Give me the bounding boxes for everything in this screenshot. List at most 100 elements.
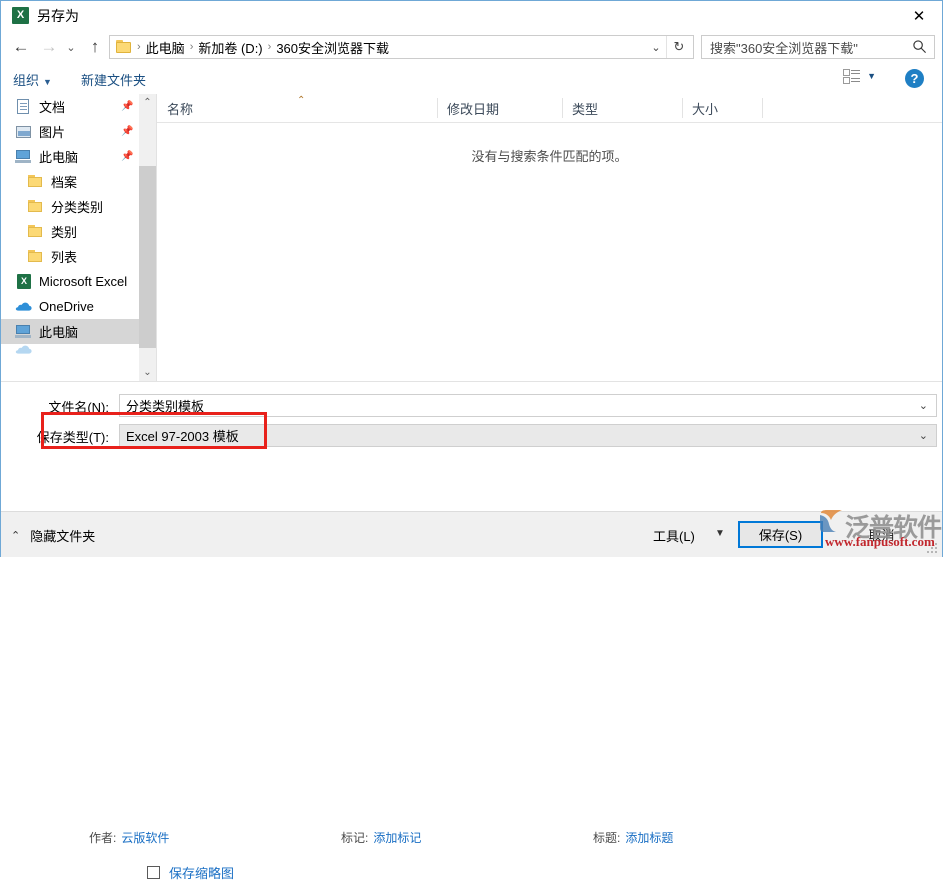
sidebar-item-label: 列表 [51,250,78,265]
sidebar-item-pictures[interactable]: 图片 📌 [1,119,139,144]
column-label: 名称 [167,101,194,117]
save-thumbnail-checkbox[interactable] [147,866,160,879]
author-field[interactable]: 作者: 云版软件 [89,829,169,846]
save-thumbnail-label[interactable]: 保存缩略图 [169,863,234,882]
title-bar: 另存为 ✕ [1,1,942,30]
breadcrumb-separator: › [137,41,141,53]
sidebar-item-documents[interactable]: 文档 📌 [1,94,139,119]
tags-label: 标记: [341,831,369,845]
column-label: 大小 [692,101,719,117]
sidebar-item-this-pc[interactable]: 此电脑 [1,319,139,344]
sidebar-item-label: 此电脑 [39,150,79,165]
add-title-link[interactable]: 添加标题 [625,831,673,845]
hide-folders-button[interactable]: ⌃ 隐藏文件夹 [11,526,95,545]
search-input[interactable]: 搜索"360安全浏览器下载" [701,35,935,59]
column-header-size[interactable]: 大小 [682,94,762,122]
sidebar-item-this-pc-pinned[interactable]: 此电脑 📌 [1,144,139,169]
tags-field[interactable]: 标记: 添加标记 [341,829,421,846]
page-title: 另存为 [37,8,79,24]
forward-icon[interactable]: → [35,30,63,64]
search-icon [913,40,926,53]
file-list-pane: 名称 ⌃ 修改日期 类型 大小 没有与搜索条件匹配的项。 [157,94,942,381]
scroll-down-icon[interactable]: ⌄ [139,364,156,381]
filename-label: 文件名(N): [48,400,109,415]
computer-icon [15,324,32,339]
sidebar-item-label: OneDrive [39,299,94,314]
sidebar-item-folder-1[interactable]: 分类类别 [1,194,139,219]
folder-icon [116,40,132,54]
toolbar: 组织 ▼ 新建文件夹 ▼ ? [1,64,942,95]
column-header-name[interactable]: 名称 ⌃ [157,94,437,122]
chevron-up-icon: ⌃ [11,530,21,542]
search-placeholder: 搜索"360安全浏览器下载" [710,40,858,56]
recent-locations-icon[interactable]: ⌄ [61,30,81,64]
author-value[interactable]: 云版软件 [121,831,169,845]
view-mode-button[interactable]: ▼ [843,69,876,84]
address-dropdown-icon[interactable]: ⌄ [645,36,667,58]
excel-icon [12,7,29,24]
scrollbar-thumb[interactable] [139,166,156,348]
sidebar: 文档 📌 图片 📌 此电脑 📌 档案 分类类别 类别 列表 X Microsof… [1,94,139,381]
sidebar-item-partial[interactable] [1,344,139,354]
form-area: 文件名(N): 分类类别模板 ⌄ 保存类型(T): Excel 97-2003 … [1,381,942,881]
document-icon [15,99,32,114]
navigation-bar: ← → ⌄ ↑ › 此电脑 › 新加卷 (D:) › 360安全浏览器下载 ⌄ … [1,30,942,64]
add-tag-link[interactable]: 添加标记 [373,831,421,845]
sidebar-item-label: 文档 [39,100,66,115]
column-label: 类型 [572,101,599,117]
pin-icon: 📌 [121,101,134,112]
network-icon [15,344,32,354]
refresh-icon[interactable]: ↻ [666,36,691,58]
resize-grip[interactable] [927,543,937,553]
sidebar-item-folder-2[interactable]: 类别 [1,219,139,244]
chevron-down-icon[interactable]: ⌄ [919,429,928,442]
title-field[interactable]: 标题: 添加标题 [593,829,673,846]
sort-ascending-icon: ⌃ [297,95,306,106]
organize-button[interactable]: 组织 ▼ [13,70,52,89]
save-thumbnail-row[interactable]: 保存缩略图 [147,863,234,882]
author-label: 作者: [89,831,117,845]
tools-button[interactable]: 工具(L) [653,526,695,545]
new-folder-button[interactable]: 新建文件夹 [81,70,146,89]
sidebar-scrollbar[interactable]: ⌃ ⌄ [139,94,157,381]
pictures-icon [15,124,32,139]
filename-input[interactable]: 分类类别模板 ⌄ [119,394,937,417]
close-icon[interactable]: ✕ [896,1,942,30]
help-button[interactable]: ? [905,69,924,88]
sidebar-item-label: 分类类别 [51,200,104,215]
sidebar-item-folder-0[interactable]: 档案 [1,169,139,194]
sidebar-item-label: 类别 [51,225,78,240]
empty-state-message: 没有与搜索条件匹配的项。 [471,149,628,164]
filetype-select[interactable]: Excel 97-2003 模板 ⌄ [119,424,937,447]
save-button[interactable]: 保存(S) [738,521,823,548]
column-headers: 名称 ⌃ 修改日期 类型 大小 [157,94,942,123]
filetype-value: Excel 97-2003 模板 [126,429,239,444]
column-header-date-modified[interactable]: 修改日期 [437,94,562,122]
folder-icon [27,249,44,264]
pin-icon: 📌 [121,126,134,137]
sidebar-item-label: 此电脑 [39,325,79,340]
breadcrumb-item-0[interactable]: 此电脑 [146,38,185,57]
breadcrumb-item-2[interactable]: 360安全浏览器下载 [276,38,389,57]
folder-icon [27,224,44,239]
back-icon[interactable]: ← [7,30,35,64]
sidebar-item-folder-3[interactable]: 列表 [1,244,139,269]
sidebar-item-label: 档案 [51,175,78,190]
scroll-up-icon[interactable]: ⌃ [139,94,156,111]
filename-value: 分类类别模板 [126,399,205,414]
hide-folders-label: 隐藏文件夹 [30,529,96,544]
sidebar-item-microsoft-excel[interactable]: Microsoft Excel [1,269,139,294]
organize-label: 组织 [13,73,40,88]
sidebar-item-onedrive[interactable]: OneDrive [1,294,139,319]
browser-area: 文档 📌 图片 📌 此电脑 📌 档案 分类类别 类别 列表 X Microsof… [1,94,942,381]
address-bar[interactable]: › 此电脑 › 新加卷 (D:) › 360安全浏览器下载 ⌄ ↻ [109,35,694,59]
chevron-down-icon[interactable]: ⌄ [919,399,928,412]
metadata-row: 作者: 云版软件 标记: 添加标记 标题: 添加标题 [1,829,942,847]
column-header-type[interactable]: 类型 [562,94,682,122]
folder-icon [27,199,44,214]
chevron-down-icon[interactable]: ▼ [715,528,725,539]
up-icon[interactable]: ↑ [81,30,109,64]
cancel-button[interactable]: 取消 [839,521,924,548]
view-list-icon [843,69,861,84]
breadcrumb-item-1[interactable]: 新加卷 (D:) [198,38,262,57]
